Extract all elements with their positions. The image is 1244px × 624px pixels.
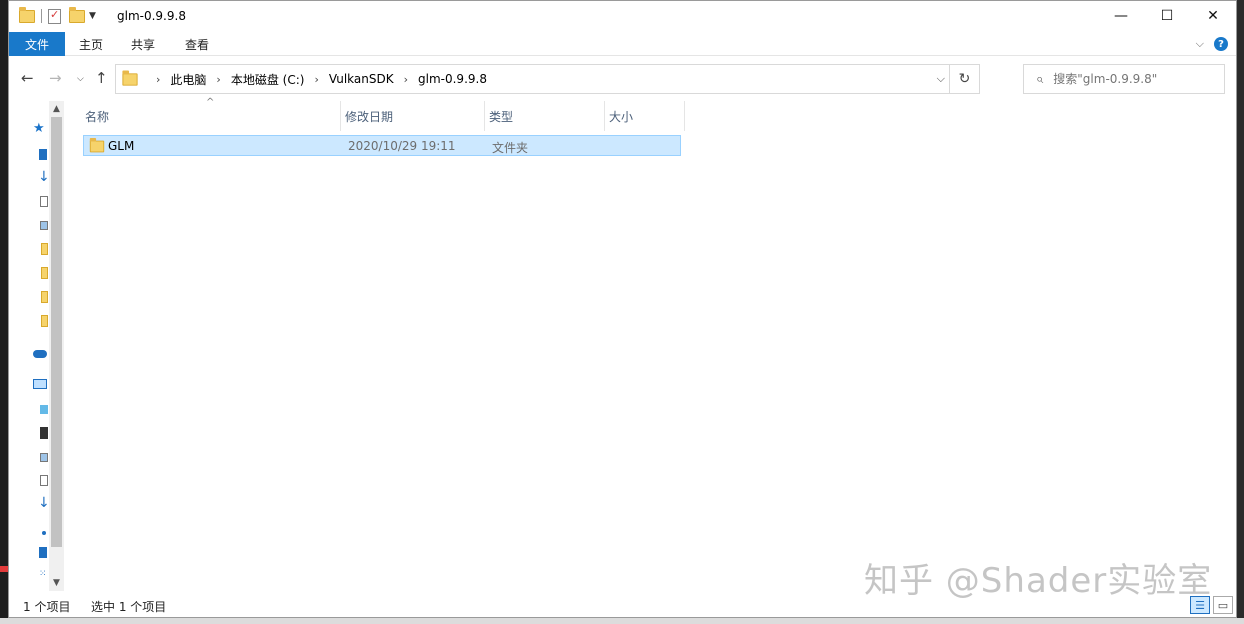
details-view-icon[interactable]: ☰ bbox=[1190, 596, 1210, 614]
breadcrumb: › 此电脑 › 本地磁盘 (C:) › VulkanSDK › glm-0.9.… bbox=[146, 71, 487, 88]
search-input[interactable] bbox=[1053, 72, 1203, 86]
pictures-icon[interactable] bbox=[40, 221, 48, 230]
tab-file[interactable]: 文件 bbox=[9, 32, 65, 56]
customize-toolbar-dropdown-icon[interactable]: ▼ bbox=[89, 11, 96, 21]
search-box[interactable]: ⌕ bbox=[1023, 64, 1225, 94]
search-icon: ⌕ bbox=[1036, 72, 1043, 87]
table-row[interactable]: GLM 2020/10/29 19:11 文件夹 bbox=[83, 135, 681, 156]
column-header-date-label: 修改日期 bbox=[345, 108, 393, 125]
breadcrumb-item-glm[interactable]: glm-0.9.9.8 bbox=[418, 72, 487, 86]
window-title: glm-0.9.9.8 bbox=[117, 9, 186, 23]
help-icon[interactable]: ? bbox=[1214, 37, 1228, 51]
3d-objects-icon[interactable] bbox=[40, 405, 48, 414]
maximize-button[interactable]: ☐ bbox=[1144, 1, 1190, 31]
breadcrumb-separator-icon[interactable]: › bbox=[216, 73, 220, 86]
pinned-folder-icon[interactable] bbox=[41, 267, 48, 279]
file-date: 2020/10/29 19:11 bbox=[348, 139, 456, 153]
tab-share[interactable]: 共享 bbox=[131, 36, 155, 53]
quick-access-star-icon[interactable]: ★ bbox=[33, 121, 43, 133]
scrollbar-thumb[interactable] bbox=[51, 117, 62, 547]
breadcrumb-separator-icon[interactable]: › bbox=[404, 73, 408, 86]
onedrive-cloud-icon[interactable] bbox=[33, 350, 47, 358]
navigation-pane-scrollbar[interactable]: ▲ ▼ bbox=[49, 101, 64, 591]
column-header-date[interactable]: 修改日期 bbox=[341, 101, 485, 131]
forward-arrow-icon[interactable]: → bbox=[49, 69, 62, 87]
ribbon-right-controls: ⌵ ? bbox=[1196, 37, 1228, 51]
address-history-chevron-down-icon[interactable]: ⌵ bbox=[937, 72, 945, 86]
file-type: 文件夹 bbox=[492, 139, 528, 156]
selection-count: 选中 1 个项目 bbox=[91, 598, 166, 615]
column-header-name-label: 名称 bbox=[85, 108, 109, 125]
music-icon[interactable] bbox=[42, 531, 46, 535]
address-folder-icon bbox=[122, 73, 137, 85]
new-folder-icon[interactable] bbox=[69, 10, 85, 23]
explorer-window: ▼ glm-0.9.9.8 — ☐ ✕ 文件 主页 共享 查看 ⌵ ? ← → … bbox=[8, 0, 1237, 618]
back-arrow-icon[interactable]: ← bbox=[21, 69, 34, 87]
documents-icon[interactable] bbox=[40, 475, 48, 486]
desktop-background-left bbox=[0, 0, 8, 624]
title-bar: ▼ glm-0.9.9.8 — ☐ ✕ bbox=[9, 1, 1236, 32]
local-disk-icon[interactable]: ⁙ bbox=[39, 569, 49, 581]
address-bar[interactable]: › 此电脑 › 本地磁盘 (C:) › VulkanSDK › glm-0.9.… bbox=[115, 64, 980, 94]
desktop-background-bottom bbox=[0, 618, 1244, 624]
breadcrumb-separator-icon[interactable]: › bbox=[314, 73, 318, 86]
breadcrumb-item-vulkansdk[interactable]: VulkanSDK bbox=[329, 72, 394, 86]
videos-icon[interactable] bbox=[40, 427, 48, 439]
desktop-strip bbox=[0, 566, 8, 572]
quick-access-toolbar: ▼ bbox=[19, 7, 96, 25]
column-header-size[interactable]: 大小 bbox=[605, 101, 685, 131]
breadcrumb-separator-icon[interactable]: › bbox=[156, 73, 160, 86]
up-arrow-icon[interactable]: ↑ bbox=[95, 69, 108, 87]
file-name: GLM bbox=[108, 139, 134, 153]
downloads-arrow-icon[interactable]: ↓ bbox=[38, 495, 48, 507]
desktop-icon[interactable] bbox=[39, 149, 47, 160]
breadcrumb-item-this-pc[interactable]: 此电脑 bbox=[170, 71, 206, 88]
pictures-icon[interactable] bbox=[40, 453, 48, 462]
pinned-folder-icon[interactable] bbox=[41, 315, 48, 327]
column-header-type[interactable]: 类型 bbox=[485, 101, 605, 131]
large-icons-view-icon[interactable]: ▭ bbox=[1213, 596, 1233, 614]
pinned-folder-icon[interactable] bbox=[41, 291, 48, 303]
folder-icon bbox=[19, 10, 35, 23]
status-bar: 1 个项目 选中 1 个项目 ☰ ▭ bbox=[9, 594, 1236, 618]
documents-icon[interactable] bbox=[40, 196, 48, 207]
downloads-arrow-icon[interactable]: ↓ bbox=[38, 169, 48, 181]
column-header-size-label: 大小 bbox=[609, 108, 633, 125]
tab-home[interactable]: 主页 bbox=[79, 36, 103, 53]
close-button[interactable]: ✕ bbox=[1190, 1, 1236, 31]
folder-icon bbox=[90, 141, 104, 153]
column-header-type-label: 类型 bbox=[489, 108, 513, 125]
file-list: ^ 名称 修改日期 类型 大小 GLM 2020/10/29 19:11 文件夹 bbox=[81, 101, 1231, 591]
desktop-icon[interactable] bbox=[39, 547, 47, 558]
expand-ribbon-chevron-down-icon[interactable]: ⌵ bbox=[1196, 37, 1204, 51]
toolbar-divider bbox=[41, 9, 42, 23]
recent-locations-chevron-down-icon[interactable]: ⌵ bbox=[77, 74, 84, 84]
pinned-folder-icon[interactable] bbox=[41, 243, 48, 255]
navigation-bar: ← → ⌵ ↑ › 此电脑 › 本地磁盘 (C:) › VulkanSDK › … bbox=[9, 61, 1236, 97]
properties-icon[interactable] bbox=[48, 9, 61, 24]
item-count: 1 个项目 bbox=[23, 598, 70, 615]
tab-view[interactable]: 查看 bbox=[185, 36, 209, 53]
refresh-icon[interactable]: ↻ bbox=[949, 65, 979, 93]
ribbon-tabs: 文件 主页 共享 查看 ⌵ ? bbox=[9, 32, 1236, 56]
breadcrumb-item-local-disk[interactable]: 本地磁盘 (C:) bbox=[231, 71, 305, 88]
column-header-name[interactable]: ^ 名称 bbox=[81, 101, 341, 131]
scroll-up-icon[interactable]: ▲ bbox=[49, 101, 64, 117]
sort-ascending-icon: ^ bbox=[206, 97, 214, 108]
this-pc-icon[interactable] bbox=[33, 379, 47, 389]
minimize-button[interactable]: — bbox=[1098, 1, 1144, 31]
scroll-down-icon[interactable]: ▼ bbox=[49, 575, 64, 591]
